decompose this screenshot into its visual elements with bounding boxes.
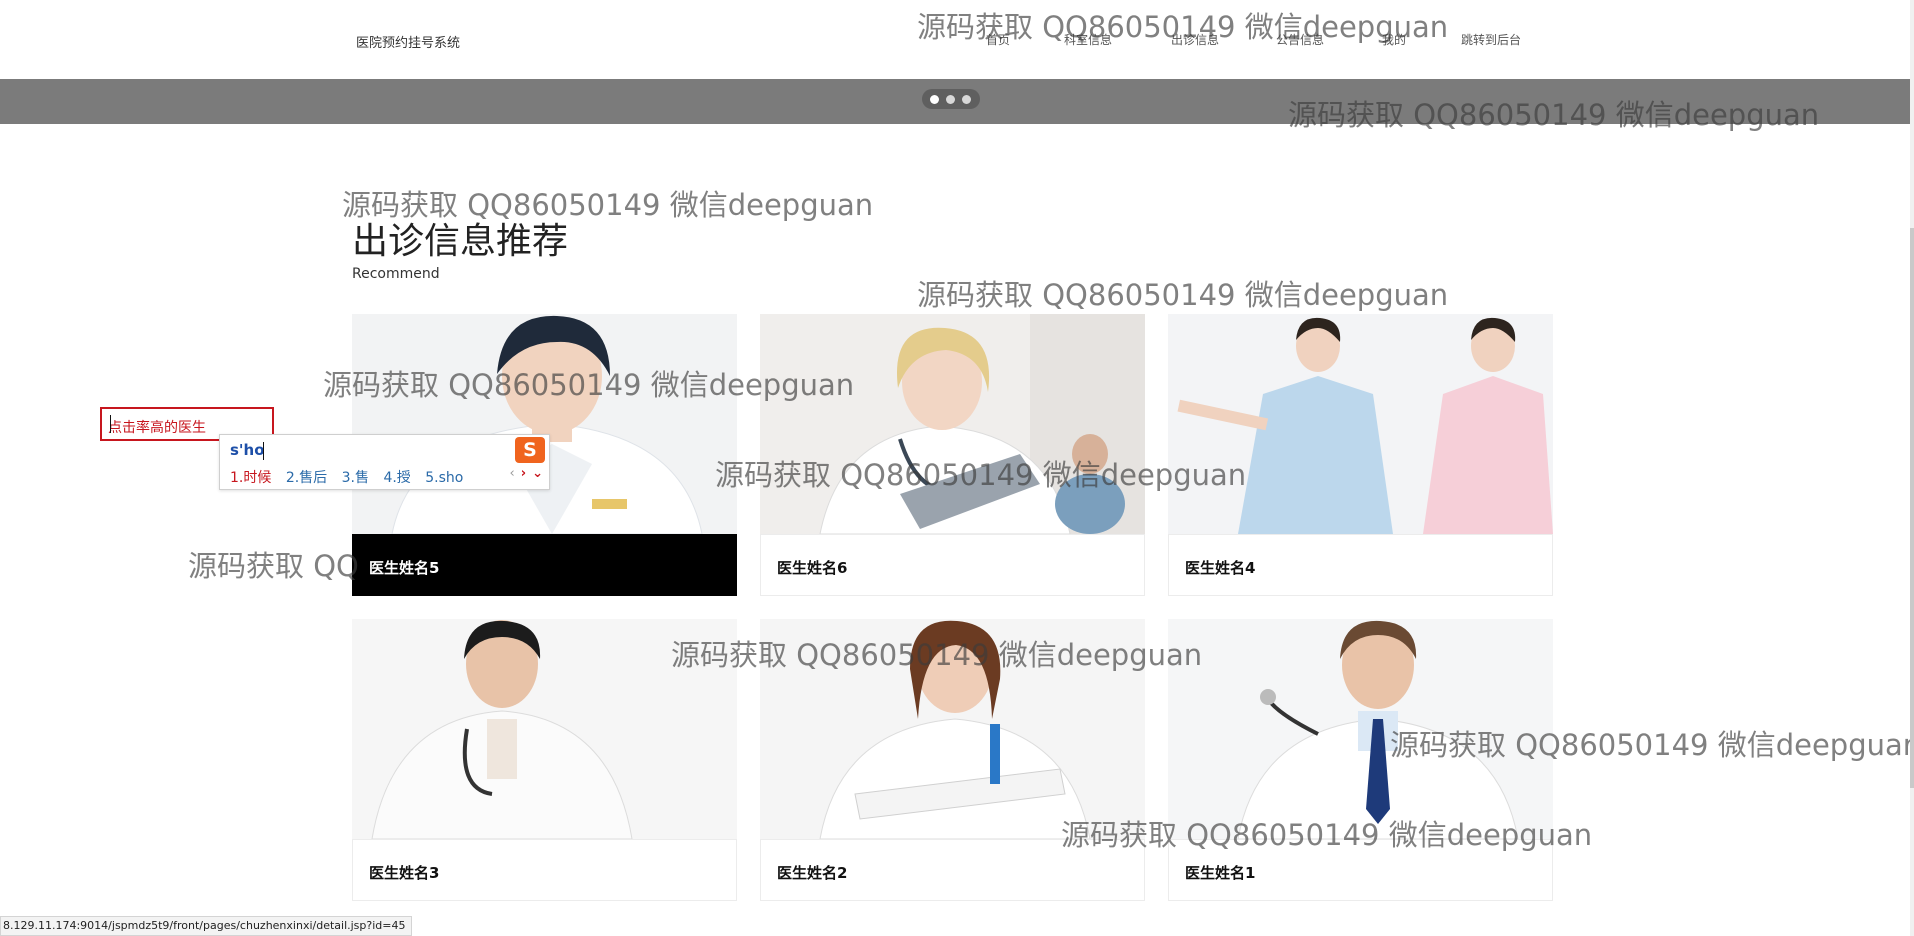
doctor-name-bar: 医生姓名6 — [760, 534, 1145, 596]
ime-candidate[interactable]: 3.售 — [342, 470, 369, 486]
doctor-name-bar: 医生姓名1 — [1168, 839, 1553, 901]
nav-schedule[interactable]: 出诊信息 — [1171, 31, 1219, 48]
doctor-name-bar: 医生姓名4 — [1168, 534, 1553, 596]
ime-candidate[interactable]: 2.售后 — [286, 470, 327, 486]
carousel-dot-1[interactable] — [930, 95, 939, 104]
doctor-photo — [1168, 314, 1553, 534]
nav-mine[interactable]: 我的 — [1382, 31, 1406, 48]
doctor-photo — [1168, 619, 1553, 839]
doctor-name-bar: 医生姓名5 — [352, 534, 737, 596]
doctor-photo — [760, 619, 1145, 839]
nav-home[interactable]: 首页 — [986, 31, 1010, 48]
browser-status-url: 8.129.11.174:9014/jspmdz5t9/front/pages/… — [0, 916, 413, 936]
doctor-photo — [760, 314, 1145, 534]
doctor-name: 医生姓名1 — [1185, 864, 1256, 882]
watermark: 源码获取 QQ86050149 微信deepguan — [917, 278, 1449, 312]
sogou-logo-icon: S — [515, 437, 545, 463]
doctor-name: 医生姓名4 — [1185, 559, 1256, 577]
nav-admin-link[interactable]: 跳转到后台 — [1461, 31, 1521, 48]
doctor-photo — [352, 314, 737, 534]
doctor-card[interactable]: 医生姓名6 — [760, 314, 1145, 596]
carousel-dot-3[interactable] — [962, 95, 971, 104]
header: 医院预约挂号系统 首页 科室信息 出诊信息 公告信息 我的 跳转到后台 — [0, 0, 1914, 79]
main-nav: 首页 科室信息 出诊信息 公告信息 我的 跳转到后台 — [0, 31, 1914, 51]
doctor-name: 医生姓名2 — [777, 864, 848, 882]
chevron-down-icon[interactable]: ⌄ — [532, 466, 543, 481]
ime-page-controls[interactable]: ‹ › ⌄ — [510, 466, 543, 481]
ime-candidate[interactable]: 5.sho — [425, 470, 463, 486]
doctor-card[interactable]: 医生姓名4 — [1168, 314, 1553, 596]
section-title: 出诊信息推荐 — [352, 221, 569, 262]
doctor-name-bar: 医生姓名2 — [760, 839, 1145, 901]
page: 医院预约挂号系统 首页 科室信息 出诊信息 公告信息 我的 跳转到后台 出诊信息… — [0, 0, 1914, 936]
ime-candidate-window: s'ho S 1.时候 2.售后 3.售 4.授 5.sho ‹ › ⌄ — [219, 434, 550, 490]
doctor-card[interactable]: 医生姓名3 — [352, 619, 737, 901]
ime-candidate[interactable]: 1.时候 — [230, 470, 271, 486]
watermark: 源码获取 QQ — [188, 549, 359, 583]
doctor-card[interactable]: 医生姓名1 — [1168, 619, 1553, 901]
nav-announcements[interactable]: 公告信息 — [1276, 31, 1324, 48]
doctor-name: 医生姓名3 — [369, 864, 440, 882]
doctor-name-bar: 医生姓名3 — [352, 839, 737, 901]
ime-composition: s'ho — [230, 441, 265, 459]
scrollbar-thumb[interactable] — [1910, 228, 1914, 788]
floating-search-text: 点击率高的医生 — [108, 420, 206, 436]
ime-candidate[interactable]: 4.授 — [383, 470, 410, 486]
doctor-photo — [352, 619, 737, 839]
banner-carousel[interactable] — [0, 79, 1910, 124]
chevron-left-icon[interactable]: ‹ — [510, 466, 515, 481]
chevron-right-icon[interactable]: › — [521, 466, 526, 481]
doctor-name: 医生姓名5 — [369, 559, 440, 577]
carousel-dot-2[interactable] — [946, 95, 955, 104]
doctor-card[interactable]: 医生姓名2 — [760, 619, 1145, 901]
text-caret — [110, 415, 111, 433]
carousel-indicators — [922, 89, 980, 109]
ime-caret — [263, 442, 264, 460]
doctor-name: 医生姓名6 — [777, 559, 848, 577]
nav-departments[interactable]: 科室信息 — [1064, 31, 1112, 48]
page-scrollbar[interactable] — [1910, 0, 1914, 936]
section-subtitle: Recommend — [352, 266, 440, 282]
ime-candidates: 1.时候 2.售后 3.售 4.授 5.sho — [230, 467, 473, 487]
